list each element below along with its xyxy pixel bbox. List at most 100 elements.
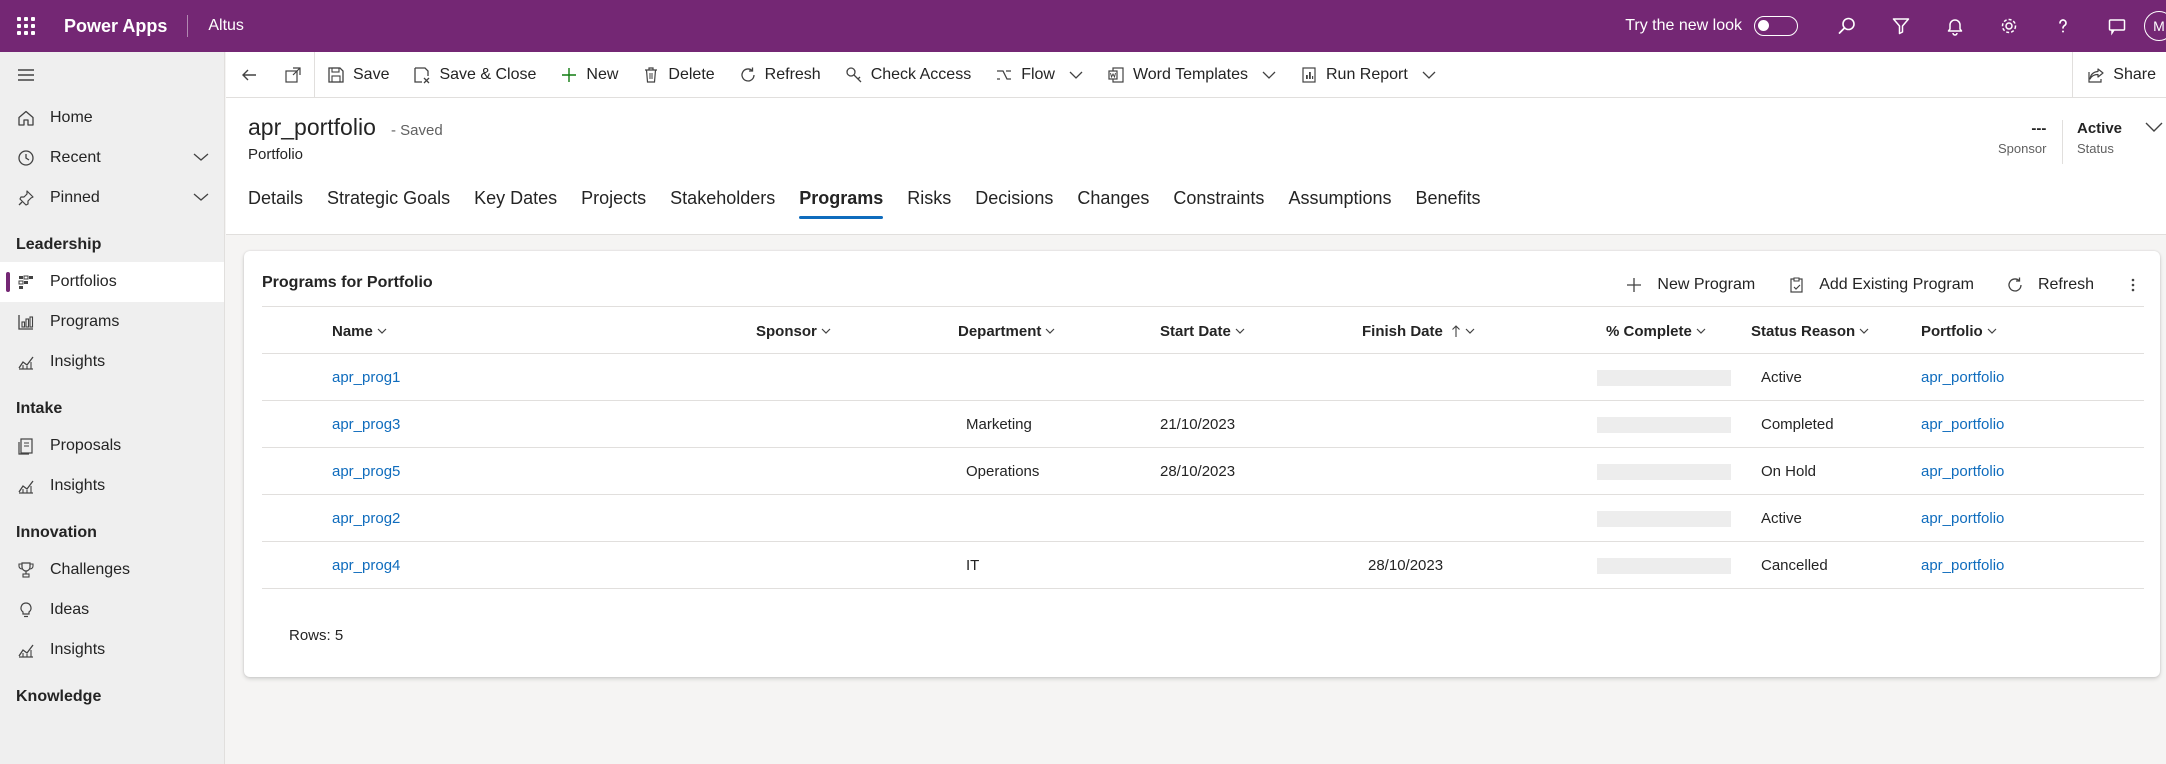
column-header-start-date[interactable]: Start Date [1160,307,1245,355]
program-name-link[interactable]: apr_prog3 [332,401,400,448]
search-button[interactable] [1820,0,1874,52]
more-commands-button[interactable] [2106,276,2142,294]
column-header-sponsor[interactable]: Sponsor [756,307,831,355]
column-header-name[interactable]: Name [332,307,387,355]
table-row[interactable]: apr_prog4 IT 28/10/2023 Cancelled apr_po… [262,542,2144,589]
program-name-link[interactable]: apr_prog2 [332,495,400,542]
tab-constraints[interactable]: Constraints [1161,178,1276,221]
refresh-icon [739,66,757,84]
header-field-status[interactable]: Active Status [2077,120,2122,156]
column-header-department[interactable]: Department [958,307,1055,355]
sidebar-item-challenges[interactable]: Challenges [0,550,224,590]
status-value: Active [2077,120,2123,137]
department-cell: Operations [966,463,1040,480]
tab-changes[interactable]: Changes [1065,178,1161,221]
chevron-down-icon[interactable] [192,150,210,169]
share-button[interactable]: Share [2072,52,2166,98]
sidebar-item-insights[interactable]: Insights [0,466,224,506]
app-name[interactable]: Power Apps [64,16,167,37]
tab-programs[interactable]: Programs [787,178,895,221]
divider [187,15,189,37]
settings-button[interactable] [1982,0,2036,52]
add-existing-program-button[interactable]: Add Existing Program [1767,276,1986,294]
home-icon [16,108,36,128]
table-row[interactable]: apr_prog2 Active apr_portfolio [262,495,2144,542]
tab-details[interactable]: Details [236,178,315,221]
nav-group-intake: Intake [16,400,63,417]
new-program-button[interactable]: New Program [1613,276,1767,294]
check-access-button[interactable]: Check Access [833,52,983,98]
try-new-look-toggle[interactable] [1754,16,1798,36]
column-label: Finish Date [1362,322,1443,340]
refresh-button[interactable]: Refresh [727,52,833,98]
nav-group-leadership: Leadership [16,236,102,253]
feedback-button[interactable] [2090,0,2144,52]
run-report-label: Run Report [1325,65,1408,83]
open-new-window-button[interactable] [272,52,314,98]
back-button[interactable] [226,52,272,98]
program-name-link[interactable]: apr_prog5 [332,448,400,495]
save-button[interactable]: Save [315,52,401,98]
chevron-down-icon[interactable] [192,190,210,209]
collapse-nav-button[interactable] [0,52,224,98]
tab-projects[interactable]: Projects [569,178,658,221]
portfolio-link[interactable]: apr_portfolio [1921,542,2004,589]
sidebar-item-proposals[interactable]: Proposals [0,426,224,466]
sidebar-item-portfolios[interactable]: Portfolios [0,262,224,302]
filter-button[interactable] [1874,0,1928,52]
percent-complete-bar [1597,464,1731,480]
tab-key-dates[interactable]: Key Dates [462,178,569,221]
column-header-portfolio[interactable]: Portfolio [1921,307,1997,355]
word-templates-button[interactable]: Word Templates [1095,52,1288,98]
tab-benefits[interactable]: Benefits [1403,178,1492,221]
save-status: - Saved [391,122,443,139]
delete-button[interactable]: Delete [630,52,726,98]
run-report-button[interactable]: Run Report [1288,52,1448,98]
tab-assumptions[interactable]: Assumptions [1276,178,1403,221]
save-icon [327,66,345,84]
chevron-down-icon [821,327,831,335]
program-name-link[interactable]: apr_prog4 [332,542,400,589]
tab-risks[interactable]: Risks [895,178,963,221]
help-button[interactable] [2036,0,2090,52]
flow-button[interactable]: Flow [983,52,1095,98]
portfolio-link[interactable]: apr_portfolio [1921,495,2004,542]
sidebar-item-home[interactable]: Home [0,98,224,138]
column-header-status-reason[interactable]: Status Reason [1751,307,1869,355]
header-field-sponsor[interactable]: --- Sponsor [1998,120,2046,156]
department-cell: IT [966,557,980,574]
table-row[interactable]: apr_prog1 Active apr_portfolio [262,354,2144,401]
new-button[interactable]: New [548,52,630,98]
table-row[interactable]: apr_prog3 Marketing 21/10/2023 Completed… [262,401,2144,448]
sidebar-item-insights[interactable]: Insights [0,342,224,382]
subgrid-refresh-button[interactable]: Refresh [1986,276,2106,294]
tab-decisions[interactable]: Decisions [963,178,1065,221]
sidebar-item-pinned[interactable]: Pinned [0,178,224,218]
column-header-finish-date[interactable]: Finish Date [1362,307,1475,355]
app-launcher-button[interactable] [0,0,52,52]
more-vertical-icon [2131,278,2135,292]
sidebar-item-insights[interactable]: Insights [0,630,224,670]
filter-icon [1892,18,1910,35]
column-header-percent-complete[interactable]: % Complete [1606,307,1706,355]
portfolio-link[interactable]: apr_portfolio [1921,354,2004,401]
sidebar-item-programs[interactable]: Programs [0,302,224,342]
program-name-link[interactable]: apr_prog1 [332,354,400,401]
notifications-button[interactable] [1928,0,1982,52]
tab-stakeholders[interactable]: Stakeholders [658,178,787,221]
avatar[interactable]: M [2144,11,2166,41]
expand-header-button[interactable] [2144,120,2164,139]
tab-strategic-goals[interactable]: Strategic Goals [315,178,462,221]
sidebar-item-ideas[interactable]: Ideas [0,590,224,630]
sidebar-item-label: Insights [50,353,106,370]
portfolio-link[interactable]: apr_portfolio [1921,448,2004,495]
open-in-new-window-icon [285,66,301,83]
top-bar: Power Apps Altus Try the new look M [0,0,2166,52]
table-row[interactable]: apr_prog5 Operations 28/10/2023 On Hold … [262,448,2144,495]
insights-icon [16,476,36,496]
save-and-close-button[interactable]: Save & Close [401,52,548,98]
environment-name[interactable]: Altus [208,17,244,35]
sidebar-item-recent[interactable]: Recent [0,138,224,178]
status-reason-cell: On Hold [1761,463,1817,480]
portfolio-link[interactable]: apr_portfolio [1921,401,2004,448]
